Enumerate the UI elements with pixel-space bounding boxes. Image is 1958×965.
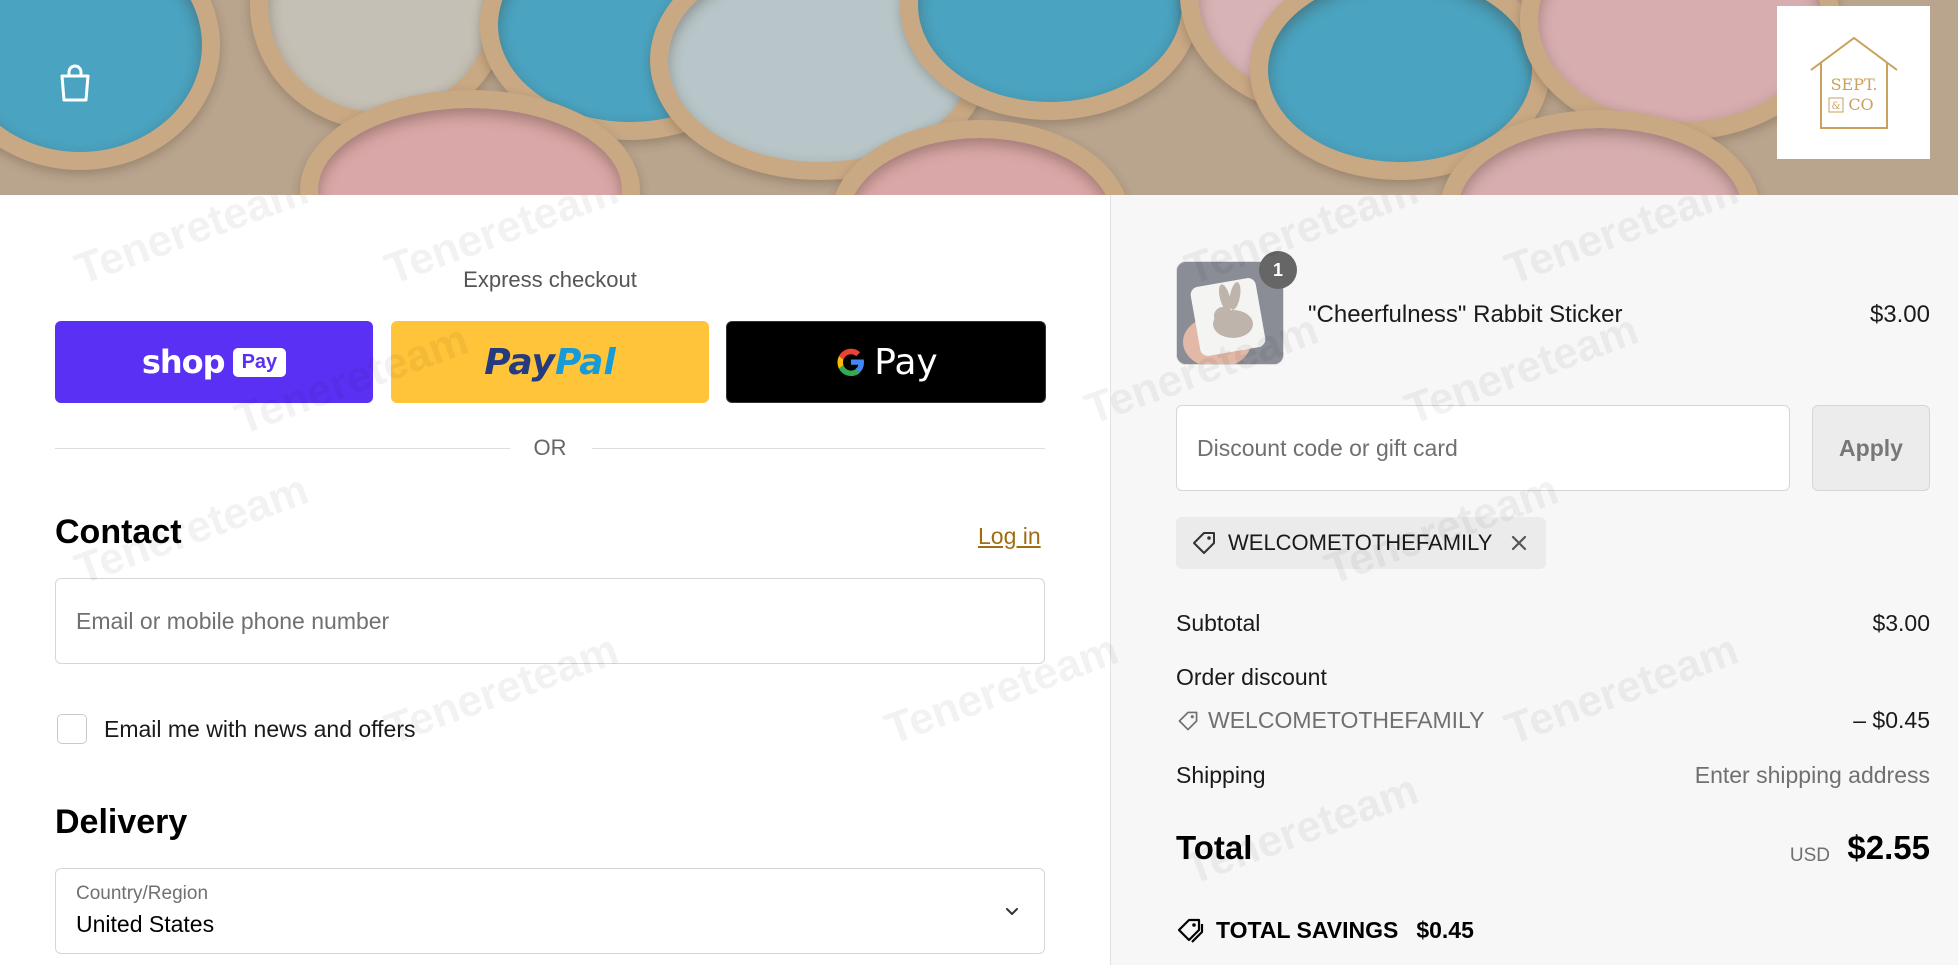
- discount-field-wrapper: [1176, 405, 1790, 491]
- google-pay-button[interactable]: Pay: [726, 321, 1046, 403]
- login-link[interactable]: Log in: [978, 523, 1041, 550]
- paypal-wordmark-pal: Pal: [555, 341, 616, 383]
- shipping-value: Enter shipping address: [1694, 762, 1930, 788]
- subtotal-value: $3.00: [1872, 610, 1930, 636]
- tag-icon: [1193, 532, 1215, 554]
- product-price: $3.00: [1869, 301, 1930, 328]
- paypal-wordmark-pay: Pay: [484, 341, 555, 383]
- google-pay-text: Pay: [874, 341, 938, 383]
- total-savings: TOTAL SAVINGS $0.45: [1176, 915, 1474, 945]
- tag-icon: [1178, 711, 1198, 730]
- shopping-bag-icon[interactable]: [58, 64, 92, 102]
- discount-code-input[interactable]: [1177, 406, 1789, 490]
- newsletter-checkbox[interactable]: [57, 714, 87, 744]
- product-name: "Cheerfulness" Rabbit Sticker: [1308, 301, 1623, 328]
- newsletter-label: Email me with news and offers: [104, 716, 416, 742]
- or-divider-left: [55, 448, 510, 449]
- chevron-down-icon: [1006, 908, 1018, 915]
- order-discount-label: Order discount: [1176, 664, 1327, 690]
- house-logo-icon: SEPT. & CO: [1809, 36, 1898, 129]
- express-checkout-title: Express checkout: [463, 267, 637, 292]
- total-currency: USD: [1789, 845, 1830, 866]
- paypal-button[interactable]: Pay Pal: [391, 321, 709, 403]
- country-value: United States: [76, 911, 215, 937]
- apply-button[interactable]: Apply: [1812, 405, 1930, 491]
- or-divider-right: [592, 448, 1045, 449]
- delivery-title: Delivery: [55, 803, 188, 841]
- quantity-badge: 1: [1259, 251, 1297, 289]
- savings-tag-icon: [1177, 918, 1204, 943]
- checkout-form: Express checkout shop Pay Pay Pal Pay OR …: [0, 195, 1110, 965]
- shipping-label: Shipping: [1176, 762, 1266, 788]
- banner-coin: [0, 0, 220, 170]
- country-caption: Country/Region: [76, 883, 209, 904]
- google-g-icon: [837, 348, 865, 376]
- email-input[interactable]: [56, 579, 1044, 663]
- store-logo[interactable]: SEPT. & CO: [1777, 6, 1930, 159]
- country-select[interactable]: Country/Region United States: [55, 868, 1045, 954]
- total-savings-label: TOTAL SAVINGS: [1216, 916, 1399, 943]
- contact-title: Contact: [55, 513, 182, 551]
- subtotal-label: Subtotal: [1176, 610, 1261, 636]
- total-savings-value: $0.45: [1416, 916, 1474, 943]
- order-summary: 1 "Cheerfulness" Rabbit Sticker $3.00 Ap…: [1111, 195, 1958, 965]
- logo-text-2: &: [1831, 101, 1840, 112]
- total-label: Total: [1176, 829, 1253, 866]
- shop-pay-wordmark: shop: [141, 343, 226, 381]
- order-discount-code: WELCOMETOTHEFAMILY: [1208, 707, 1485, 733]
- remove-discount-icon[interactable]: [1508, 532, 1530, 554]
- order-discount-code-row: WELCOMETOTHEFAMILY: [1176, 707, 1484, 734]
- shop-pay-button[interactable]: shop Pay: [55, 321, 373, 403]
- header-banner: SEPT. & CO: [0, 0, 1958, 195]
- logo-text-1: SEPT.: [1830, 75, 1877, 94]
- email-field-wrapper: [55, 578, 1045, 664]
- shop-pay-badge: Pay: [232, 347, 287, 377]
- logo-text-3: CO: [1848, 95, 1873, 114]
- applied-discount-code: WELCOMETOTHEFAMILY: [1228, 530, 1493, 555]
- applied-discount-chip: WELCOMETOTHEFAMILY: [1176, 517, 1547, 569]
- order-discount-value: – $0.45: [1853, 707, 1930, 733]
- or-text: OR: [533, 435, 567, 460]
- total-value: $2.55: [1847, 829, 1930, 866]
